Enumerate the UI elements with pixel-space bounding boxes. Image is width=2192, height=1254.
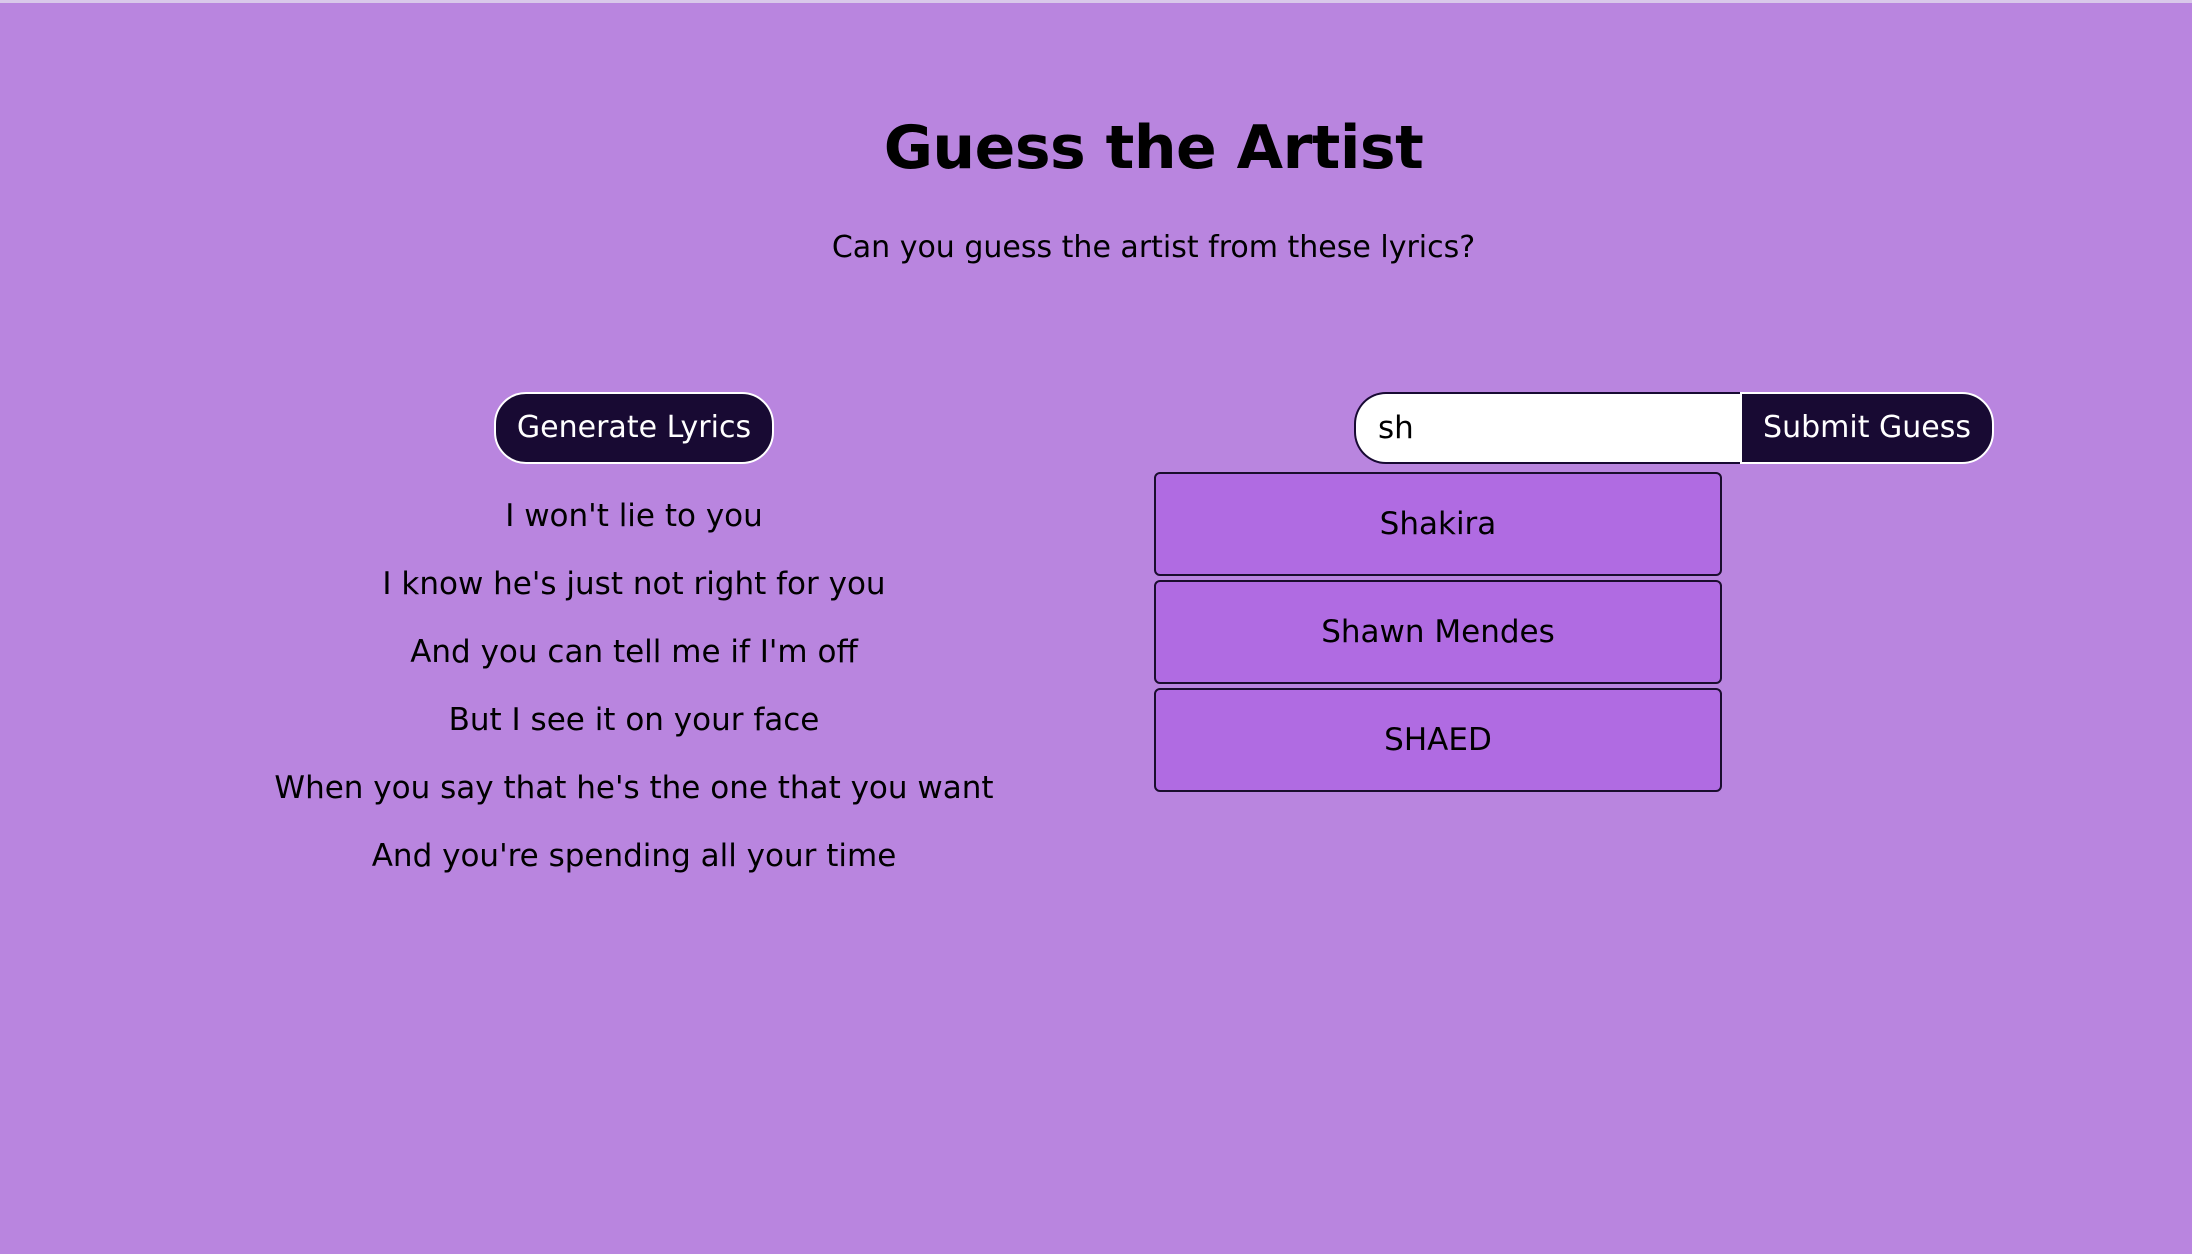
generate-lyrics-button[interactable]: Generate Lyrics (494, 392, 774, 464)
artist-suggestion-item[interactable]: Shakira (1154, 472, 1722, 576)
lyric-line: When you say that he's the one that you … (274, 770, 994, 806)
lyric-line: And you can tell me if I'm off (410, 634, 858, 670)
artist-suggestion-list: Shakira Shawn Mendes SHAED (1154, 472, 1722, 796)
page-subtitle: Can you guess the artist from these lyri… (831, 230, 1476, 265)
artist-suggestion-item[interactable]: SHAED (1154, 688, 1722, 792)
lyric-line: I know he's just not right for you (382, 566, 886, 602)
page-title: Guess the Artist (883, 113, 1424, 183)
submit-guess-button[interactable]: Submit Guess (1740, 392, 1994, 464)
lyrics-list: I won't lie to you I know he's just not … (184, 490, 1084, 898)
artist-suggestion-item[interactable]: Shawn Mendes (1154, 580, 1722, 684)
artist-guess-input[interactable] (1354, 392, 1740, 464)
lyric-line: I won't lie to you (505, 498, 763, 534)
top-border (0, 0, 2192, 3)
lyric-line: And you're spending all your time (371, 838, 897, 874)
lyric-line: But I see it on your face (448, 702, 820, 738)
